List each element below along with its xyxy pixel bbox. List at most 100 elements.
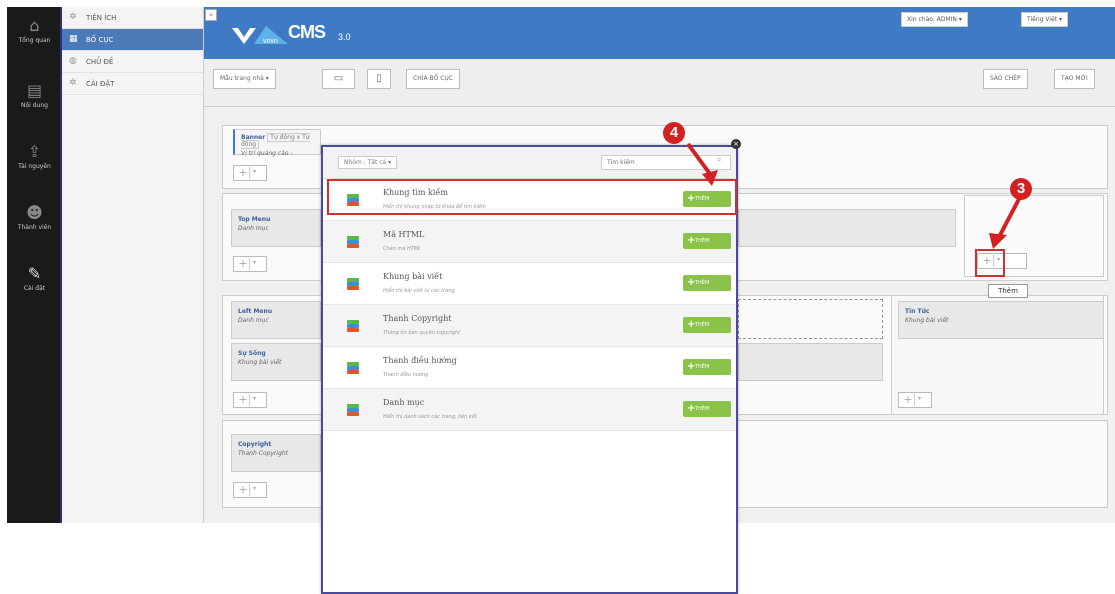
left-menu-block[interactable]: Left Menu Danh mục: [231, 301, 321, 339]
monitor-icon: ▭: [333, 73, 344, 84]
plus-icon: +: [237, 258, 250, 270]
module-stack-icon: [347, 320, 359, 332]
nav-resources[interactable]: ⇪ Tài nguyên: [7, 142, 62, 171]
su-song-title: Sự Sống: [238, 350, 266, 357]
group-filter-select[interactable]: Nhóm : Tất cả ▾: [338, 156, 398, 169]
caret-down-icon: ▾: [918, 395, 922, 402]
popup-header: Nhóm : Tất cả ▾ ⌕: [323, 147, 736, 179]
banner-subtitle: Vị trí quảng cáo -: [241, 150, 293, 157]
add-module-button[interactable]: THÊM: [683, 317, 731, 333]
phone-icon: ▯: [376, 73, 382, 84]
step3-badge: 3: [1010, 178, 1032, 200]
caret-down-icon: ▾: [253, 485, 257, 492]
submenu-layout[interactable]: ▦ BỐ CỤC: [62, 29, 203, 51]
highlight-box-step4: [327, 179, 737, 215]
plus-icon: +: [237, 394, 250, 406]
collapse-sidebar-button[interactable]: «: [205, 9, 217, 21]
palette-icon: ◍: [69, 56, 77, 66]
logo-brand-text: vnvn: [263, 38, 278, 45]
module-description: Hiển thị danh sách các trang, liên kết: [383, 414, 477, 420]
left-column-add-button[interactable]: + ▾: [233, 392, 267, 408]
users-icon: ☻: [26, 203, 43, 222]
document-icon: ▤: [26, 81, 43, 100]
top-menu-title: Top Menu: [238, 216, 271, 223]
copyright-block[interactable]: Copyright Thanh Copyright: [231, 434, 321, 472]
logo-text: CMS: [288, 22, 326, 42]
split-layout-button[interactable]: CHIA BỐ CỤC: [406, 69, 460, 89]
module-stack-icon: [347, 362, 359, 374]
copyright-add-button[interactable]: + ▾: [233, 482, 267, 498]
plus-icon: +: [902, 394, 915, 406]
module-item[interactable]: Thanh điều hướng Thanh điều hướng THÊM: [323, 347, 736, 389]
arrow-step4-icon: [686, 142, 718, 186]
top-menu-add-button[interactable]: + ▾: [233, 256, 267, 272]
caret-down-icon: ▾: [253, 395, 257, 402]
top-menu-block[interactable]: Top Menu Danh mục: [231, 209, 321, 247]
puzzle-icon: ✲: [69, 12, 77, 22]
create-new-button[interactable]: TẠO MỚI: [1054, 69, 1095, 89]
add-module-button[interactable]: THÊM: [683, 401, 731, 417]
add-module-button[interactable]: THÊM: [683, 359, 731, 375]
module-name: Danh mục: [383, 398, 425, 407]
module-description: Hiển thị bài viết từ các trang: [383, 288, 455, 294]
copyright-title: Copyright: [238, 441, 272, 448]
middle-block: [738, 343, 883, 381]
module-item[interactable]: Mã HTML Chèn mã HTML THÊM: [323, 221, 736, 263]
nav-content[interactable]: ▤ Nội dung: [7, 81, 62, 110]
left-menu-title: Left Menu: [238, 308, 273, 315]
submenu-utilities[interactable]: ✲ TIỆN ÍCH: [62, 7, 203, 29]
right-column-add-button[interactable]: + ▾: [898, 392, 932, 408]
main-sidebar: ⌂ Tổng quan ▤ Nội dung ⇪ Tài nguyên ☻ Th…: [7, 7, 62, 523]
module-stack-icon: [347, 404, 359, 416]
su-song-subtitle: Khung bài viết: [238, 359, 282, 366]
top-menu-side-block: [738, 209, 956, 247]
nav-overview[interactable]: ⌂ Tổng quan: [7, 17, 62, 45]
tin-tuc-title: Tin Tức: [905, 308, 930, 315]
add-module-button[interactable]: THÊM: [683, 275, 731, 291]
upload-icon: ⇪: [27, 142, 42, 161]
language-select[interactable]: Tiếng Việt ▾: [1021, 12, 1068, 27]
su-song-block[interactable]: Sự Sống Khung bài viết: [231, 343, 321, 381]
layout-icon: ▦: [69, 34, 78, 44]
copy-button[interactable]: SAO CHÉP: [983, 69, 1028, 89]
nav-members[interactable]: ☻ Thành viên: [7, 203, 62, 232]
step4-badge: 4: [663, 122, 685, 144]
module-name: Thanh Copyright: [383, 314, 452, 323]
add-module-button[interactable]: THÊM: [683, 233, 731, 249]
tin-tuc-subtitle: Khung bài viết: [905, 317, 949, 324]
module-name: Khung bài viết: [383, 272, 443, 281]
template-select[interactable]: Mẫu trang nhà ▾: [213, 69, 276, 89]
submenu-settings[interactable]: ✲ CÀI ĐẶT: [62, 73, 203, 95]
caret-down-icon: ▾: [958, 16, 962, 23]
banner-add-button[interactable]: + ▾: [233, 165, 267, 181]
module-description: Thông tin bản quyền copyright: [383, 330, 461, 336]
caret-down-icon: ▾: [253, 259, 257, 266]
top-menu-subtitle: Danh mục: [238, 225, 269, 232]
desktop-view-button[interactable]: ▭: [322, 69, 355, 89]
left-menu-subtitle: Danh mục: [238, 317, 269, 324]
caret-down-icon: ▾: [253, 168, 257, 175]
module-description: Chèn mã HTML: [383, 246, 421, 252]
module-item[interactable]: Khung bài viết Hiển thị bài viết từ các t…: [323, 263, 736, 305]
caret-down-icon: ▾: [265, 75, 269, 82]
plus-icon: +: [237, 167, 250, 179]
nav-settings[interactable]: ✎ Cài đặt: [7, 265, 62, 293]
popup-close-icon[interactable]: ×: [731, 139, 741, 149]
logo-mark-icon: vnvn: [232, 26, 288, 45]
logo-version: 3.0: [338, 32, 351, 42]
user-menu-button[interactable]: Xin chào, ADMIN ▾: [901, 12, 968, 27]
submenu-theme[interactable]: ◍ CHỦ ĐỀ: [62, 51, 203, 73]
banner-block[interactable]: Banner Tự động x Tự động Vị trí quảng cá…: [233, 129, 321, 157]
module-item[interactable]: Danh mục Hiển thị danh sách các trang, li…: [323, 389, 736, 431]
sub-sidebar: ✲ TIỆN ÍCH ▦ BỐ CỤC ◍ CHỦ ĐỀ ✲ CÀI ĐẶT: [62, 7, 204, 523]
drop-area: [738, 299, 883, 339]
mobile-view-button[interactable]: ▯: [367, 69, 391, 89]
module-name: Mã HTML: [383, 230, 425, 239]
add-tooltip: Thêm: [988, 284, 1028, 298]
caret-down-icon: ▾: [388, 159, 392, 166]
tin-tuc-block[interactable]: Tin Tức Khung bài viết: [898, 301, 1104, 339]
module-description: Thanh điều hướng: [383, 372, 429, 378]
highlight-box-step3: [975, 249, 1005, 277]
caret-down-icon: ▾: [1058, 16, 1062, 23]
module-item[interactable]: Thanh Copyright Thông tin bản quyền copyr…: [323, 305, 736, 347]
